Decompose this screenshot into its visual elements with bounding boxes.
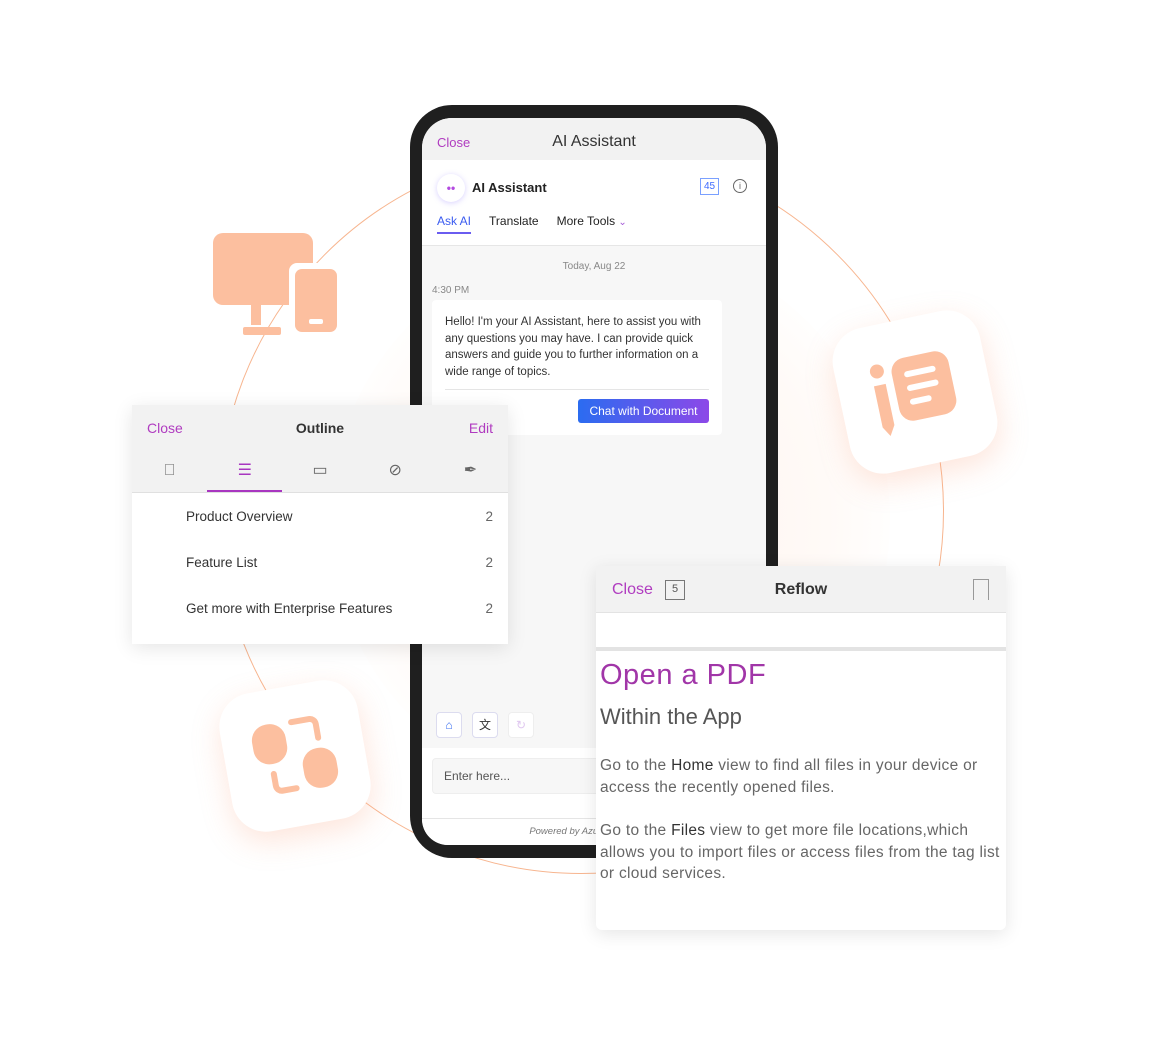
chevron-down-icon: ⌄: [618, 217, 627, 228]
assistant-name: AI Assistant: [472, 180, 547, 195]
outline-item-page: 2: [485, 508, 493, 524]
outline-item-page: 2: [485, 554, 493, 570]
comment-icon[interactable]: ▭: [282, 452, 357, 492]
text: Go to the: [600, 757, 672, 774]
assistant-tabs: Ask AI Translate More Tools ⌄: [437, 214, 627, 234]
reflow-title: Reflow: [774, 581, 828, 598]
translate-icon[interactable]: 文: [472, 712, 498, 738]
tab-ask-ai[interactable]: Ask AI: [437, 214, 472, 234]
outline-item-label: Get more with Enterprise Features: [186, 600, 393, 616]
signature-icon[interactable]: ✒: [433, 452, 508, 492]
more-tools-label: More Tools: [556, 214, 616, 228]
bot-avatar-icon: ••: [437, 174, 465, 202]
tab-translate[interactable]: Translate: [489, 214, 539, 234]
divider: [445, 389, 709, 390]
page-separator: [596, 613, 1006, 651]
outline-item-label: Product Overview: [186, 508, 293, 524]
swap-icon-card: [213, 674, 377, 838]
outline-item-label: Feature List: [186, 554, 258, 570]
reflow-panel: Close 5 Reflow Open a PDF Within the App…: [596, 566, 1006, 930]
document-list-icon: [869, 351, 957, 437]
token-count-badge[interactable]: 45: [700, 178, 720, 195]
swap-icon: [251, 716, 339, 794]
info-icon[interactable]: i: [733, 179, 747, 193]
outline-tabs: ⎕ ☰ ▭ ⊘ ✒: [132, 452, 508, 493]
text: Go to the: [600, 822, 672, 839]
reflow-content: Open a PDF Within the App Go to the Home…: [596, 651, 1006, 893]
reflow-header: Close 5 Reflow: [596, 566, 1006, 613]
chat-with-document-button[interactable]: Chat with Document: [578, 399, 709, 423]
home-term: Home: [671, 757, 714, 774]
content-paragraph: Go to the Home view to find all files in…: [600, 755, 1002, 798]
content-subheading: Within the App: [600, 704, 742, 729]
chat-date: Today, Aug 22: [562, 261, 626, 272]
outline-panel: Close Outline Edit ⎕ ☰ ▭ ⊘ ✒ Product Ove…: [132, 405, 508, 644]
attachment-icon[interactable]: ⊘: [358, 452, 433, 492]
outline-item-page: 2: [485, 600, 493, 616]
message-time: 4:30 PM: [432, 285, 470, 296]
outline-title: Outline: [295, 420, 345, 436]
message-text: Hello! I'm your AI Assistant, here to as…: [445, 316, 701, 378]
devices-icon: [213, 233, 338, 335]
document-icon-card: [826, 304, 1004, 480]
outline-item[interactable]: Feature List 2: [132, 539, 508, 585]
bookmark-icon[interactable]: ⎕: [132, 452, 207, 492]
files-term: Files: [671, 822, 706, 839]
assistant-header: •• AI Assistant 45 i Ask AI Translate Mo…: [422, 160, 766, 246]
outline-item[interactable]: Product Overview 2: [132, 493, 508, 539]
tool-row: ⌂ 文 ↻: [436, 712, 534, 738]
content-heading: Open a PDF: [600, 659, 767, 691]
tab-more-tools[interactable]: More Tools ⌄: [557, 214, 627, 234]
refresh-icon[interactable]: ↻: [508, 712, 534, 738]
phone-header: Close AI Assistant: [422, 118, 766, 160]
content-paragraph: Go to the Files view to get more file lo…: [600, 820, 1002, 885]
list-icon[interactable]: ☰: [207, 452, 283, 492]
bookmark-icon[interactable]: [973, 579, 989, 600]
outline-header: Close Outline Edit: [132, 405, 508, 452]
clear-icon[interactable]: ⌂: [436, 712, 462, 738]
edit-button[interactable]: Edit: [469, 420, 493, 436]
outline-item[interactable]: Get more with Enterprise Features 2: [132, 585, 508, 631]
page-title: AI Assistant: [552, 133, 636, 150]
